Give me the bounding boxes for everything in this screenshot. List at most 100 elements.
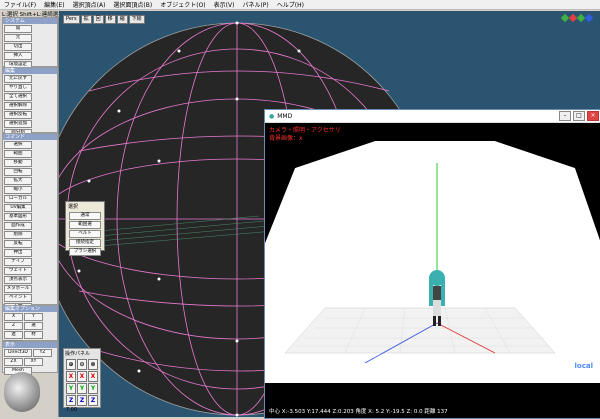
select-all-button[interactable]: 全て選択 (4, 93, 32, 101)
continuous-toggle[interactable]: 連 (4, 331, 23, 339)
operation-panel: 操作パネル ⊕ ⊙ ⊗ X X X Y Y Y Z Z Z 7.00 (63, 348, 101, 413)
insert-button[interactable]: 挿入 (4, 52, 32, 60)
cmd-knife-button[interactable]: ナイフ (4, 258, 32, 266)
cmd-vertex-display-button[interactable]: 頂点表示 (4, 276, 32, 284)
cmd-local-button[interactable]: ローカル (4, 195, 32, 203)
camera-mode-text: カメラ・照明・アクセサリ (269, 127, 341, 134)
cmd-select-button[interactable]: 選択 (4, 141, 32, 149)
cmd-weight-button[interactable]: ウェイト (4, 267, 32, 275)
op-z-rotate[interactable]: Z (77, 395, 87, 406)
menu-panel[interactable]: パネル(P) (238, 0, 272, 9)
stage-render (265, 123, 600, 383)
deselect-button[interactable]: 選択解除 (4, 102, 32, 110)
nav-blue-icon[interactable] (584, 13, 594, 23)
pan-view-button[interactable]: 移 (104, 15, 116, 24)
cmd-extrude-button[interactable]: 押出 (4, 249, 32, 257)
scale-icon[interactable]: ⊗ (88, 359, 98, 370)
system-section: システム 開 元 切出 挿入 環境設定 初期設定 物理材質 材質設定 (2, 17, 58, 96)
material-toggle[interactable]: 材 (24, 331, 43, 339)
cmd-uv-button[interactable]: UV編集 (4, 204, 32, 212)
menu-bar: ファイル(F) 編集(E) 選択頂点(A) 選択面頂点(B) オブジェクト(O)… (0, 0, 600, 10)
menu-edit[interactable]: 編集(E) (40, 0, 68, 9)
cmd-shrink-button[interactable]: 縮小 (4, 186, 32, 194)
camera-label: カメラ・照明・アクセサリ 背景画像：x (269, 127, 341, 143)
invert-select-button[interactable]: 選択反転 (4, 111, 32, 119)
perspective-button[interactable]: Pers (63, 15, 80, 24)
direct3d-button[interactable]: Direct3D (4, 349, 32, 357)
undo-edit-button[interactable]: 元に戻す (4, 75, 32, 83)
cmd-scale-button[interactable]: 拡大 (4, 177, 32, 185)
mmd-titlebar: ● MMD (265, 110, 600, 123)
command-section: コマンド 選択 範囲 移動 回転 拡大 縮小 ローカル UV編集 基本図形 面作… (2, 133, 58, 329)
move-icon[interactable]: ⊕ (66, 359, 76, 370)
operation-value: 7.00 (66, 407, 78, 413)
select-option-toggle[interactable]: 選 (24, 322, 43, 330)
background-image-text: 背景画像：x (269, 135, 303, 142)
cut-button[interactable]: 切出 (4, 43, 32, 51)
op-y-scale[interactable]: Y (88, 383, 98, 394)
display-buttons: Direct3D YZ ZX XY Mesh (3, 348, 57, 376)
menu-help[interactable]: ヘルプ(H) (273, 0, 308, 9)
left-panel: システム 開 元 切出 挿入 環境設定 初期設定 物理材質 材質設定 編集 元に… (0, 17, 59, 417)
cmd-primitive-button[interactable]: 基本図形 (4, 213, 32, 221)
op-x-scale[interactable]: X (88, 371, 98, 382)
cmd-delete-button[interactable]: 削除 (4, 231, 32, 239)
mmd-title: MMD (277, 112, 293, 120)
view-yz-button[interactable]: YZ (33, 349, 52, 357)
zoom-button[interactable]: 拡 (80, 15, 92, 24)
select-brush-button[interactable]: ブラシ選択 (69, 248, 101, 256)
cmd-range-button[interactable]: 範囲 (4, 150, 32, 158)
view-xy-button[interactable]: XY (24, 358, 43, 366)
underlay-view-button[interactable]: 下絵 (128, 15, 145, 24)
operation-grid: ⊕ ⊙ ⊗ X X X Y Y Y Z Z Z (64, 358, 100, 407)
select-connect-button[interactable]: 接続指定 (69, 239, 101, 247)
menu-object[interactable]: オブジェクト(O) (156, 0, 209, 9)
cmd-face-create-button[interactable]: 面作成 (4, 222, 32, 230)
edit-option-section: 編集オプション X Y Z 選 連 材 接 (2, 305, 58, 348)
rotate-view-button[interactable]: 回 (92, 15, 104, 24)
navigation-icons (560, 13, 594, 23)
menu-file[interactable]: ファイル(F) (0, 0, 40, 9)
mmd-window: ● MMD – □ × カメラ・照明・アクセサリ 背景画像：x local 中心… (264, 109, 600, 419)
mmd-app-icon: ● (269, 112, 275, 120)
open-button[interactable]: 開 (4, 25, 32, 33)
op-z-scale[interactable]: Z (88, 395, 98, 406)
op-x-rotate[interactable]: X (77, 371, 87, 382)
cmd-metaball-button[interactable]: メタボール (4, 285, 32, 293)
add-select-button[interactable]: 選択追加 (4, 120, 32, 128)
cmd-paint-button[interactable]: ペイント (4, 294, 32, 302)
rotate-icon[interactable]: ⊙ (77, 359, 87, 370)
minimize-button[interactable]: – (559, 111, 571, 121)
select-belt-button[interactable]: ベルト (69, 230, 101, 238)
axis-z-toggle[interactable]: Z (4, 322, 23, 330)
cmd-rotate-button[interactable]: 回転 (4, 168, 32, 176)
view-zx-button[interactable]: ZX (4, 358, 23, 366)
op-x-move[interactable]: X (66, 371, 76, 382)
op-y-move[interactable]: Y (66, 383, 76, 394)
redo-button[interactable]: やり直し (4, 84, 32, 92)
local-label[interactable]: local (575, 362, 593, 370)
cmd-move-button[interactable]: 移動 (4, 159, 32, 167)
shrink-view-button[interactable]: 縮 (116, 15, 128, 24)
maximize-button[interactable]: □ (573, 111, 585, 121)
op-z-move[interactable]: Z (66, 395, 76, 406)
close-button[interactable]: × (587, 111, 599, 121)
display-section: 表示 Direct3D YZ ZX XY Mesh (2, 341, 58, 376)
menu-select-face[interactable]: 選択面頂点(B) (109, 0, 156, 9)
axis-y-toggle[interactable]: Y (24, 313, 43, 321)
menu-select-vertex[interactable]: 選択頂点(A) (69, 0, 110, 9)
select-popup: 選択 通常 範囲選 ベルト 接続指定 ブラシ選択 (65, 201, 105, 256)
op-y-rotate[interactable]: Y (77, 383, 87, 394)
edit-section: 編集 元に戻す やり直し 全て選択 選択解除 選択反転 選択追加 面分割 頂点削… (2, 67, 58, 146)
mmd-scene[interactable]: カメラ・照明・アクセサリ 背景画像：x local 中心 X:-3.503 Y:… (265, 123, 600, 418)
cmd-flip-button[interactable]: 反転 (4, 240, 32, 248)
command-buttons: 選択 範囲 移動 回転 拡大 縮小 ローカル UV編集 基本図形 面作成 削除 … (3, 140, 57, 330)
undo-button[interactable]: 元 (4, 34, 32, 42)
axis-x-toggle[interactable]: X (4, 313, 23, 321)
select-range-button[interactable]: 範囲選 (69, 221, 101, 229)
menu-view[interactable]: 表示(V) (210, 0, 239, 9)
window-controls: – □ × (559, 111, 599, 121)
mmd-status-bar: 中心 X:-3.503 Y:17.444 Z:0.203 角度 X: 5.2 Y… (269, 409, 448, 415)
material-preview-ball (4, 372, 40, 412)
select-normal-button[interactable]: 通常 (69, 212, 101, 220)
